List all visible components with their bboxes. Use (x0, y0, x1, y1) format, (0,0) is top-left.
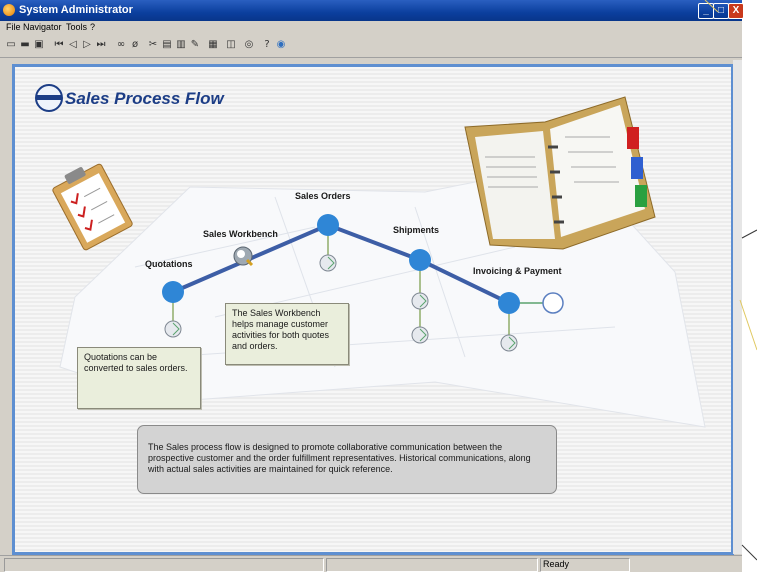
save-icon[interactable]: ▤ (162, 40, 172, 50)
vertical-scrollbar[interactable] (733, 60, 742, 554)
clipboard-icon (52, 163, 133, 251)
quotations-node (162, 281, 184, 303)
grid-icon[interactable]: ▦ (208, 40, 218, 50)
stage-label-shipments: Shipments (393, 225, 440, 235)
maximize-button[interactable]: □ (713, 3, 729, 19)
world-icon[interactable]: ◉ (276, 40, 286, 50)
status-text: Ready (543, 559, 570, 569)
unlink-icon[interactable]: ø (130, 40, 140, 50)
app-window: System Administrator _ □ X File Navigato… (0, 0, 744, 572)
menu-navigator[interactable]: Navigator (23, 22, 62, 32)
shipments-node (409, 249, 431, 271)
stage-label-invoicing-payment: Invoicing & Payment (473, 266, 562, 276)
status-pane-main (4, 558, 324, 572)
print-icon[interactable]: ▬ (20, 40, 30, 50)
window-title: System Administrator (19, 4, 133, 16)
help-icon[interactable]: ? (262, 40, 272, 50)
prev-record-icon[interactable]: ◁ (68, 40, 78, 50)
stage-label-sales-workbench: Sales Workbench (203, 229, 278, 239)
close-button[interactable]: X (728, 3, 744, 19)
edit-icon[interactable]: ✎ (190, 40, 200, 50)
target-icon[interactable]: ◎ (244, 40, 254, 50)
status-pane-middle (326, 558, 538, 572)
toolbar: ▭ ▬ ▣ ⏮ ◁ ▷ ⏭ ∞ ø ✂ ▤ ▥ ✎ ▦ ◫ ◎ ? ◉ (0, 35, 742, 58)
first-record-icon[interactable]: ⏮ (54, 40, 64, 50)
menu-help[interactable]: ? (90, 22, 95, 32)
quotations-note: Quotations can be converted to sales ord… (77, 347, 201, 409)
stage-label-quotations: Quotations (145, 259, 193, 269)
tools-icon[interactable]: ✂ (148, 40, 158, 50)
status-bar: Ready (0, 555, 742, 572)
menu-tools[interactable]: Tools (66, 22, 87, 32)
summary-box: The Sales process flow is designed to pr… (137, 425, 557, 494)
new-icon[interactable]: ▭ (6, 40, 16, 50)
end-node (542, 292, 564, 314)
minimize-button[interactable]: _ (698, 3, 714, 19)
workbench-note: The Sales Workbench helps manage custome… (225, 303, 349, 365)
query-icon[interactable]: ◫ (226, 40, 236, 50)
page-title: Sales Process Flow (65, 89, 224, 108)
logo-icon (35, 84, 63, 112)
copy-icon[interactable]: ▣ (34, 40, 44, 50)
menu-file[interactable]: File (6, 22, 21, 32)
app-icon (3, 4, 15, 16)
invoicing-node (498, 292, 520, 314)
sales-orders-node (317, 214, 339, 236)
content-panel: Sales Process Flow Quotations Sales Work… (12, 64, 734, 555)
next-record-icon[interactable]: ▷ (82, 40, 92, 50)
last-record-icon[interactable]: ⏭ (96, 40, 106, 50)
binder-icon (464, 96, 656, 250)
menu-bar: File Navigator Tools ? (0, 21, 742, 35)
paste-icon[interactable]: ▥ (176, 40, 186, 50)
workbench-icon (233, 246, 254, 267)
stage-label-sales-orders: Sales Orders (295, 191, 351, 201)
title-bar: System Administrator _ □ X (0, 0, 744, 21)
link-icon[interactable]: ∞ (116, 40, 126, 50)
